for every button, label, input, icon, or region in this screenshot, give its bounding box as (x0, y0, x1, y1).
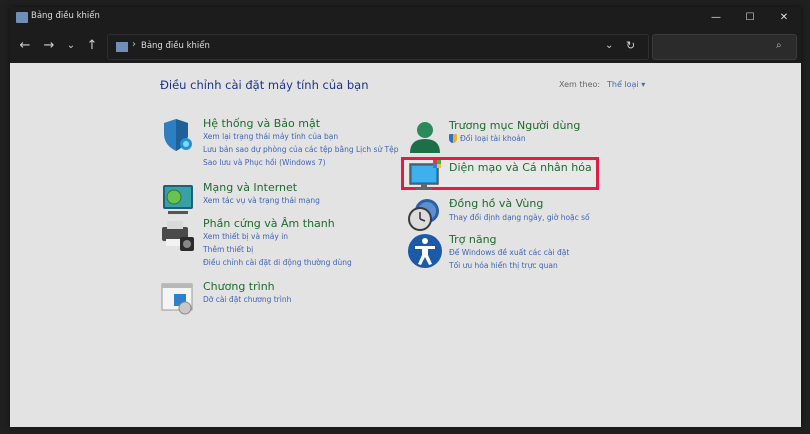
maximize-button[interactable]: ☐ (733, 7, 767, 29)
address-bar[interactable]: › Bảng điều khiển ⌄ ↻ (107, 34, 649, 60)
breadcrumb-control-panel[interactable]: Bảng điều khiển (141, 41, 210, 51)
title-bar: Bảng điều khiển — ☐ ✕ (10, 7, 801, 29)
category-link[interactable]: Dỡ cài đặt chương trình (203, 295, 291, 304)
up-button[interactable]: ↑ (83, 37, 101, 55)
close-button[interactable]: ✕ (767, 7, 801, 29)
chevron-down-icon[interactable]: ⌄ (605, 40, 613, 51)
category-link[interactable]: Thay đổi định dạng ngày, giờ hoặc số (449, 213, 590, 222)
category-title[interactable]: Đồng hồ và Vùng (449, 197, 543, 210)
user-icon[interactable] (407, 119, 443, 155)
back-button[interactable]: ← (16, 37, 34, 55)
programs-icon[interactable] (160, 280, 196, 316)
search-box[interactable]: ⌕ (652, 34, 797, 60)
category-link[interactable]: Xem tác vụ và trạng thái mạng (203, 196, 320, 205)
category-title[interactable]: Trợ năng (449, 233, 497, 246)
category-title[interactable]: Phần cứng và Âm thanh (203, 217, 335, 230)
category-link[interactable]: Lưu bản sao dự phòng của các tệp bằng Lị… (203, 145, 399, 154)
forward-button[interactable]: → (40, 37, 58, 55)
category-title[interactable]: Hệ thống và Bảo mật (203, 117, 320, 130)
page-title: Điều chỉnh cài đặt máy tính của bạn (160, 78, 369, 92)
search-icon[interactable]: ⌕ (776, 40, 782, 51)
network-icon[interactable] (160, 181, 196, 217)
category-link[interactable]: Tối ưu hóa hiển thị trực quan (449, 261, 558, 270)
recent-locations-button[interactable]: ⌄ (62, 37, 80, 55)
control-panel-window: Bảng điều khiển — ☐ ✕ ← → ⌄ ↑ › Bảng điề… (10, 7, 801, 427)
uac-shield-icon (449, 134, 457, 143)
category-title[interactable]: Trương mục Người dùng (449, 119, 580, 132)
category-link[interactable]: Xem thiết bị và máy in (203, 232, 288, 241)
appearance-icon[interactable] (407, 158, 443, 194)
category-title[interactable]: Mạng và Internet (203, 181, 297, 194)
clock-icon[interactable] (407, 197, 443, 233)
category-link[interactable]: Để Windows đề xuất các cài đặt (449, 248, 569, 257)
view-by-dropdown[interactable]: Thể loại ▾ (607, 80, 645, 89)
category-link[interactable]: Đổi loại tài khoản (460, 134, 526, 143)
accessibility-icon[interactable] (407, 233, 443, 269)
search-input[interactable] (657, 38, 776, 56)
shield-icon[interactable] (160, 117, 196, 153)
category-title[interactable]: Diện mạo và Cá nhân hóa (449, 161, 592, 174)
control-panel-content: Điều chỉnh cài đặt máy tính của bạn Xem … (10, 63, 801, 427)
category-link[interactable]: Xem lại trạng thái máy tính của bạn (203, 132, 338, 141)
refresh-icon[interactable]: ↻ (626, 39, 635, 52)
category-title[interactable]: Chương trình (203, 280, 275, 293)
navigation-bar: ← → ⌄ ↑ › Bảng điều khiển ⌄ ↻ ⌕ (10, 29, 801, 63)
category-link[interactable]: Thêm thiết bị (203, 245, 253, 254)
control-panel-icon (116, 42, 128, 52)
control-panel-icon (16, 12, 28, 23)
printer-icon[interactable] (160, 217, 196, 253)
breadcrumb-separator: › (132, 39, 136, 50)
minimize-button[interactable]: — (699, 7, 733, 29)
category-link[interactable]: Điều chỉnh cài đặt di động thường dùng (203, 258, 352, 267)
category-link[interactable]: Sao lưu và Phục hồi (Windows 7) (203, 158, 326, 167)
window-title: Bảng điều khiển (31, 11, 100, 21)
view-by-label: Xem theo: (559, 80, 601, 89)
